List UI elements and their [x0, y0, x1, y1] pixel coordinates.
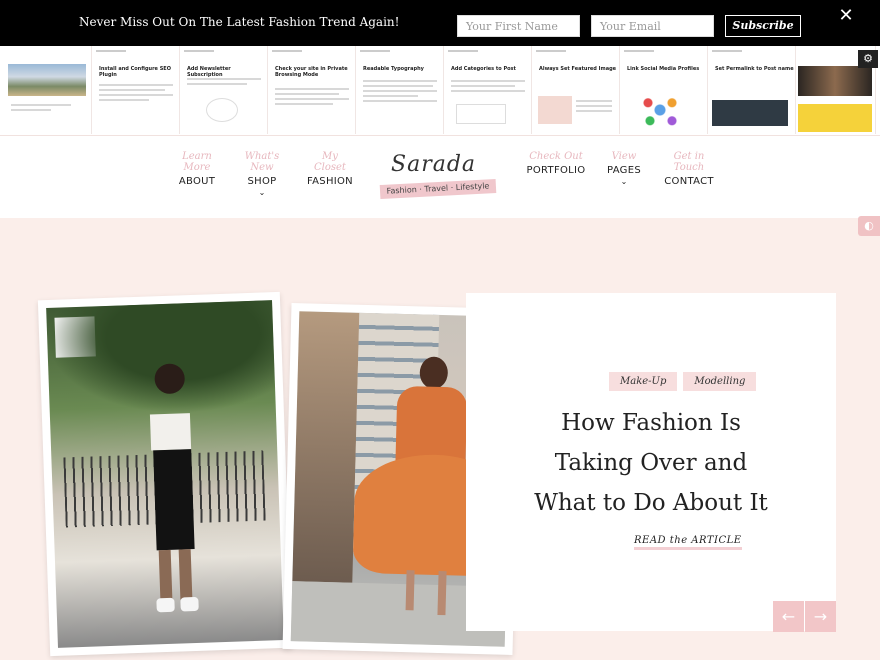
chart-icon	[538, 96, 572, 124]
nav-script-label: Check Out	[529, 151, 583, 162]
palette-icon[interactable]: ◐	[858, 216, 880, 236]
post-card-title: Readable Typography	[363, 66, 424, 72]
post-card[interactable]: Always Set Featured Image	[532, 46, 620, 134]
text-icon	[456, 104, 506, 124]
nav-label: PAGES	[607, 165, 641, 176]
newsletter-bar: Never Miss Out On The Latest Fashion Tre…	[0, 0, 880, 46]
subscribe-button[interactable]: Subscribe	[725, 15, 801, 37]
nav-script-label: Learn More	[182, 151, 212, 173]
post-card[interactable]	[4, 46, 92, 134]
nav-script-label: View	[611, 151, 637, 162]
chevron-down-icon: ⌄	[620, 177, 628, 186]
email-field[interactable]: Your Email	[591, 15, 714, 37]
mountain-photo	[8, 64, 86, 96]
next-arrow-icon[interactable]: →	[805, 601, 836, 632]
main-nav: Learn More ABOUT What's New SHOP ⌄ My Cl…	[0, 136, 880, 218]
headline-line: What to Do About It	[534, 490, 768, 516]
nav-item-pages[interactable]: View PAGES ⌄	[604, 151, 644, 186]
article-tags: Make-Up Modelling	[609, 369, 762, 391]
headline-line: How Fashion Is	[561, 410, 741, 436]
tag-makeup[interactable]: Make-Up	[609, 372, 678, 391]
prev-arrow-icon[interactable]: ←	[773, 601, 804, 632]
photo-thumb	[798, 104, 872, 132]
article-headline[interactable]: How Fashion Is Taking Over and What to D…	[440, 403, 862, 523]
post-card-title: Link Social Media Profiles	[627, 66, 700, 72]
social-icon	[640, 92, 680, 128]
nav-item-fashion[interactable]: My Closet FASHION	[306, 151, 354, 187]
nav-item-contact[interactable]: Get in Touch CONTACT	[660, 151, 718, 187]
headline-line: Taking Over and	[554, 450, 748, 476]
nav-script-label: Get in Touch	[673, 151, 705, 173]
post-card[interactable]: Install and Configure SEO Plugin	[92, 46, 180, 134]
illustration-icon	[206, 98, 238, 122]
post-card-title: Add Newsletter Subscription	[187, 66, 231, 78]
close-icon[interactable]: ✕	[836, 6, 856, 26]
featured-article-card: Make-Up Modelling How Fashion Is Taking O…	[466, 293, 836, 631]
post-card-title: Check your site in Private Browsing Mode	[275, 66, 348, 78]
logo-tagline: Fashion · Travel · Lifestyle	[379, 178, 497, 200]
post-card[interactable]: Set Permalink to Post name	[708, 46, 796, 134]
logo-name: Sarada	[391, 152, 477, 177]
post-card[interactable]: Add Categories to Post	[444, 46, 532, 134]
post-card-title: Install and Configure SEO Plugin	[99, 66, 171, 78]
nav-item-shop[interactable]: What's New SHOP ⌄	[236, 151, 288, 197]
nav-script-label: My Closet	[314, 151, 346, 173]
hero-photo-1	[37, 291, 293, 657]
site-logo[interactable]: Sarada Fashion · Travel · Lifestyle	[377, 148, 499, 200]
tag-modelling[interactable]: Modelling	[683, 372, 757, 391]
newsletter-message: Never Miss Out On The Latest Fashion Tre…	[79, 15, 400, 29]
nav-label: FASHION	[307, 176, 353, 187]
nav-label: SHOP	[247, 176, 277, 187]
post-card[interactable]: Check your site in Private Browsing Mode	[268, 46, 356, 134]
read-article-link[interactable]: READ the ARTICLE	[634, 535, 742, 550]
first-name-field[interactable]: Your First Name	[457, 15, 580, 37]
posts-strip: Install and Configure SEO Plugin Add New…	[0, 46, 880, 136]
nav-script-label: What's New	[244, 151, 280, 173]
nav-label: ABOUT	[178, 176, 216, 187]
post-card[interactable]: Add Newsletter Subscription	[180, 46, 268, 134]
nav-label: CONTACT	[664, 176, 714, 187]
dashboard-icon	[712, 100, 788, 126]
post-card-title: Add Categories to Post	[451, 66, 516, 72]
nav-label: PORTFOLIO	[526, 165, 586, 176]
nav-item-about[interactable]: Learn More ABOUT	[172, 151, 222, 187]
chevron-down-icon: ⌄	[258, 188, 266, 197]
photo-thumb	[798, 66, 872, 96]
gear-icon[interactable]: ⚙	[858, 50, 878, 68]
post-card-title: Always Set Featured Image	[539, 66, 617, 72]
post-card-title: Set Permalink to Post name	[715, 66, 794, 72]
nav-item-portfolio[interactable]: Check Out PORTFOLIO	[526, 151, 586, 176]
post-card[interactable]: Link Social Media Profiles	[620, 46, 708, 134]
post-card[interactable]: Readable Typography	[356, 46, 444, 134]
